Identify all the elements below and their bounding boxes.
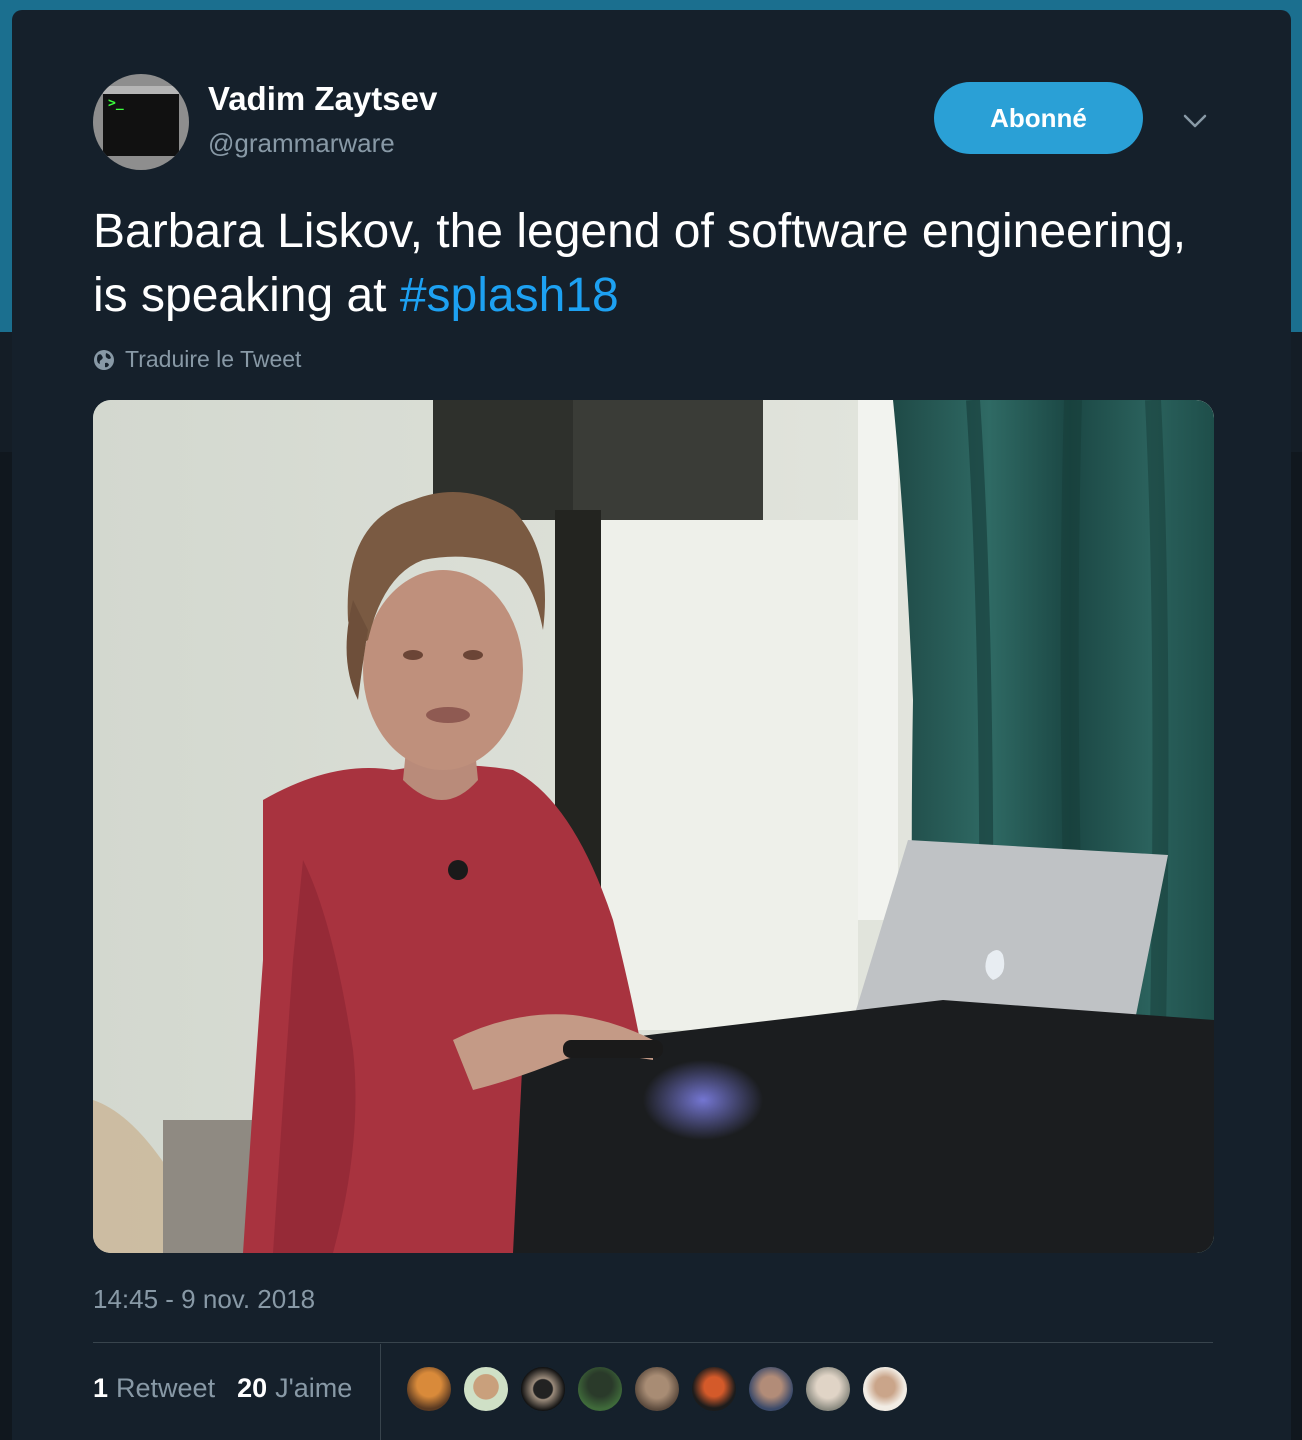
liker-avatar[interactable] <box>519 1365 567 1413</box>
liker-avatar[interactable] <box>747 1365 795 1413</box>
liker-avatar[interactable] <box>462 1365 510 1413</box>
liker-avatar[interactable] <box>861 1365 909 1413</box>
liker-avatars <box>405 1365 918 1415</box>
terminal-avatar-icon: >_ <box>103 86 179 156</box>
retweet-count: 1 <box>93 1373 109 1403</box>
author-handle[interactable]: @grammarware <box>208 128 395 159</box>
tweet-body: Barbara Liskov, the legend of software e… <box>93 205 1187 322</box>
like-count-link[interactable]: 20 J'aime <box>237 1373 352 1404</box>
retweet-label: Retweet <box>116 1373 216 1403</box>
author-avatar[interactable]: >_ <box>93 74 189 170</box>
translate-tweet-link[interactable]: Traduire le Tweet <box>93 346 301 373</box>
like-label: J'aime <box>275 1373 353 1403</box>
stats-divider <box>380 1344 381 1440</box>
chevron-down-icon[interactable] <box>1180 106 1210 136</box>
divider <box>93 1342 1213 1343</box>
following-button[interactable]: Abonné <box>934 82 1143 154</box>
hashtag-link[interactable]: #splash18 <box>400 269 619 322</box>
liker-avatar[interactable] <box>804 1365 852 1413</box>
globe-icon <box>94 349 114 370</box>
translate-label: Traduire le Tweet <box>125 346 302 372</box>
liker-avatar[interactable] <box>633 1365 681 1413</box>
tweet-modal: >_ Vadim Zaytsev @grammarware Abonné Bar… <box>12 10 1291 1440</box>
author-display-name[interactable]: Vadim Zaytsev <box>208 80 437 118</box>
liker-avatar[interactable] <box>576 1365 624 1413</box>
liker-avatar[interactable] <box>405 1365 453 1413</box>
tweet-photo[interactable] <box>93 400 1214 1253</box>
tweet-text: Barbara Liskov, the legend of software e… <box>93 200 1213 328</box>
liker-avatar[interactable] <box>690 1365 738 1413</box>
tweet-timestamp[interactable]: 14:45 - 9 nov. 2018 <box>93 1284 315 1315</box>
retweet-count-link[interactable]: 1 Retweet <box>93 1373 215 1404</box>
like-count: 20 <box>237 1373 268 1403</box>
tweet-stats: 1 Retweet 20 J'aime <box>93 1373 352 1404</box>
